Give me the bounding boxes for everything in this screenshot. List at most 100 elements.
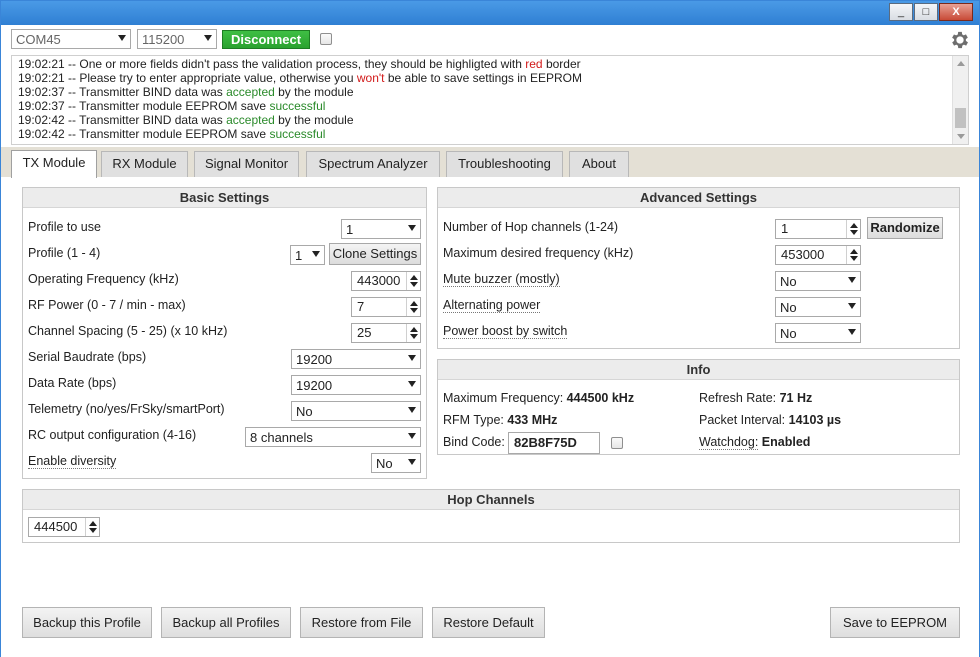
alternating-power-select[interactable]: No bbox=[775, 297, 861, 317]
data-rate-value: 19200 bbox=[296, 378, 333, 393]
hop-channels-panel: Hop Channels 444500 bbox=[22, 489, 960, 543]
rf-power-value: 7 bbox=[357, 299, 365, 314]
tab-spectrum-analyzer[interactable]: Spectrum Analyzer bbox=[306, 151, 440, 177]
chevron-down-icon bbox=[848, 277, 856, 283]
spinner-arrows-icon[interactable] bbox=[85, 518, 99, 536]
chevron-down-icon bbox=[408, 459, 416, 465]
diversity-select[interactable]: No bbox=[371, 453, 421, 473]
info-watchdog: Watchdog: Enabled bbox=[699, 435, 811, 450]
channel-spacing-input[interactable]: 25 bbox=[351, 323, 421, 343]
tab-bar: TX Module RX Module Signal Monitor Spect… bbox=[1, 147, 979, 178]
scroll-thumb[interactable] bbox=[955, 108, 966, 128]
log-lines: 19:02:21 -- One or more fields didn't pa… bbox=[18, 57, 968, 141]
chevron-down-icon bbox=[118, 35, 126, 41]
chevron-down-icon bbox=[408, 407, 416, 413]
channel-spacing-value: 25 bbox=[357, 325, 372, 340]
bind-code-checkbox[interactable] bbox=[611, 437, 623, 449]
tab-signal-monitor[interactable]: Signal Monitor bbox=[194, 151, 299, 177]
restore-default-button[interactable]: Restore Default bbox=[432, 607, 545, 638]
frequency-input[interactable]: 443000 bbox=[351, 271, 421, 291]
spinner-arrows-icon[interactable] bbox=[406, 272, 420, 290]
log-scrollbar[interactable] bbox=[952, 56, 968, 144]
power-boost-label: Power boost by switch bbox=[443, 324, 568, 339]
restore-from-file-button[interactable]: Restore from File bbox=[300, 607, 423, 638]
channel-spacing-label: Channel Spacing (5 - 25) (x 10 kHz) bbox=[28, 324, 228, 338]
basic-settings-panel: Basic Settings Profile to use 1 Profile … bbox=[22, 187, 427, 479]
spinner-arrows-icon[interactable] bbox=[406, 298, 420, 316]
serial-baudrate-select[interactable]: 19200 bbox=[291, 349, 421, 369]
tab-rx-module[interactable]: RX Module bbox=[101, 151, 188, 177]
clone-settings-button[interactable]: Clone Settings bbox=[329, 243, 421, 265]
basic-settings-title: Basic Settings bbox=[23, 188, 426, 208]
disconnect-button[interactable]: Disconnect bbox=[222, 29, 311, 49]
frequency-label: Operating Frequency (kHz) bbox=[28, 272, 179, 286]
maximize-button[interactable]: □ bbox=[914, 3, 938, 21]
randomize-button[interactable]: Randomize bbox=[867, 217, 943, 239]
rf-power-label: RF Power (0 - 7 / min - max) bbox=[28, 298, 186, 312]
title-bar[interactable]: _ □ X bbox=[1, 1, 979, 25]
rf-power-input[interactable]: 7 bbox=[351, 297, 421, 317]
log-text: -- Transmitter BIND data was bbox=[68, 113, 227, 127]
backup-profile-button[interactable]: Backup this Profile bbox=[22, 607, 152, 638]
info-refresh-rate: Refresh Rate: 71 Hz bbox=[699, 391, 813, 405]
chevron-down-icon bbox=[408, 355, 416, 361]
log-line: 19:02:21 -- Please try to enter appropri… bbox=[18, 71, 968, 85]
log-text: accepted bbox=[226, 113, 275, 127]
scroll-up-icon[interactable] bbox=[957, 61, 965, 66]
chevron-down-icon bbox=[848, 329, 856, 335]
mute-buzzer-select[interactable]: No bbox=[775, 271, 861, 291]
scroll-down-icon[interactable] bbox=[957, 134, 965, 139]
info-max-frequency: Maximum Frequency: 444500 kHz bbox=[443, 391, 635, 405]
advanced-settings-panel: Advanced Settings Number of Hop channels… bbox=[437, 187, 960, 349]
tab-troubleshooting[interactable]: Troubleshooting bbox=[446, 151, 563, 177]
log-console[interactable]: 19:02:21 -- One or more fields didn't pa… bbox=[11, 55, 969, 145]
tab-about[interactable]: About bbox=[569, 151, 629, 177]
window-controls: _ □ X bbox=[889, 3, 973, 21]
profile-to-use-value: 1 bbox=[346, 222, 354, 237]
profile-to-use-select[interactable]: 1 bbox=[341, 219, 421, 239]
close-button[interactable]: X bbox=[939, 3, 973, 21]
power-boost-select[interactable]: No bbox=[775, 323, 861, 343]
data-rate-label: Data Rate (bps) bbox=[28, 376, 117, 390]
spinner-arrows-icon[interactable] bbox=[846, 220, 860, 238]
profile-select[interactable]: 1 bbox=[290, 245, 325, 265]
tab-tx-module[interactable]: TX Module bbox=[11, 150, 97, 178]
backup-all-profiles-button[interactable]: Backup all Profiles bbox=[161, 607, 291, 638]
hop-channel-1-value: 444500 bbox=[34, 519, 78, 534]
telemetry-select[interactable]: No bbox=[291, 401, 421, 421]
gear-icon[interactable] bbox=[949, 29, 971, 51]
diversity-value: No bbox=[376, 456, 393, 471]
log-line: 19:02:21 -- One or more fields didn't pa… bbox=[18, 57, 968, 71]
profile-value: 1 bbox=[295, 248, 303, 263]
log-text: by the module bbox=[274, 113, 354, 127]
baud-select[interactable]: 115200 bbox=[137, 29, 217, 49]
hop-channels-count-input[interactable]: 1 bbox=[775, 219, 861, 239]
auto-connect-checkbox[interactable] bbox=[320, 33, 333, 45]
info-title: Info bbox=[438, 360, 959, 380]
save-eeprom-button[interactable]: Save to EEPROM bbox=[830, 607, 960, 638]
spinner-arrows-icon[interactable] bbox=[846, 246, 860, 264]
tx-module-content: Basic Settings Profile to use 1 Profile … bbox=[1, 177, 979, 657]
data-rate-select[interactable]: 19200 bbox=[291, 375, 421, 395]
rc-output-select[interactable]: 8 channels bbox=[245, 427, 421, 447]
log-timestamp: 19:02:21 bbox=[18, 71, 69, 85]
chevron-down-icon bbox=[204, 35, 212, 41]
minimize-button[interactable]: _ bbox=[889, 3, 913, 21]
log-text: -- Transmitter module EEPROM save bbox=[68, 127, 270, 141]
chevron-down-icon bbox=[848, 303, 856, 309]
max-frequency-input[interactable]: 453000 bbox=[775, 245, 861, 265]
hop-channel-1-input[interactable]: 444500 bbox=[28, 517, 100, 537]
chevron-down-icon bbox=[408, 225, 416, 231]
mute-buzzer-label: Mute buzzer (mostly) bbox=[443, 272, 560, 287]
spinner-arrows-icon[interactable] bbox=[406, 324, 420, 342]
telemetry-value: No bbox=[296, 404, 313, 419]
log-text: successful bbox=[269, 99, 326, 113]
chevron-down-icon bbox=[408, 381, 416, 387]
serial-baudrate-label: Serial Baudrate (bps) bbox=[28, 350, 147, 364]
port-select[interactable]: COM45 bbox=[11, 29, 131, 49]
app-window: _ □ X COM45 115200 Disconnect 19:02:21 -… bbox=[0, 0, 980, 657]
bind-code-input[interactable]: 82B8F75D bbox=[508, 432, 600, 454]
max-frequency-label: Maximum desired frequency (kHz) bbox=[443, 246, 634, 260]
profile-to-use-label: Profile to use bbox=[28, 220, 101, 234]
chevron-down-icon bbox=[408, 433, 416, 439]
